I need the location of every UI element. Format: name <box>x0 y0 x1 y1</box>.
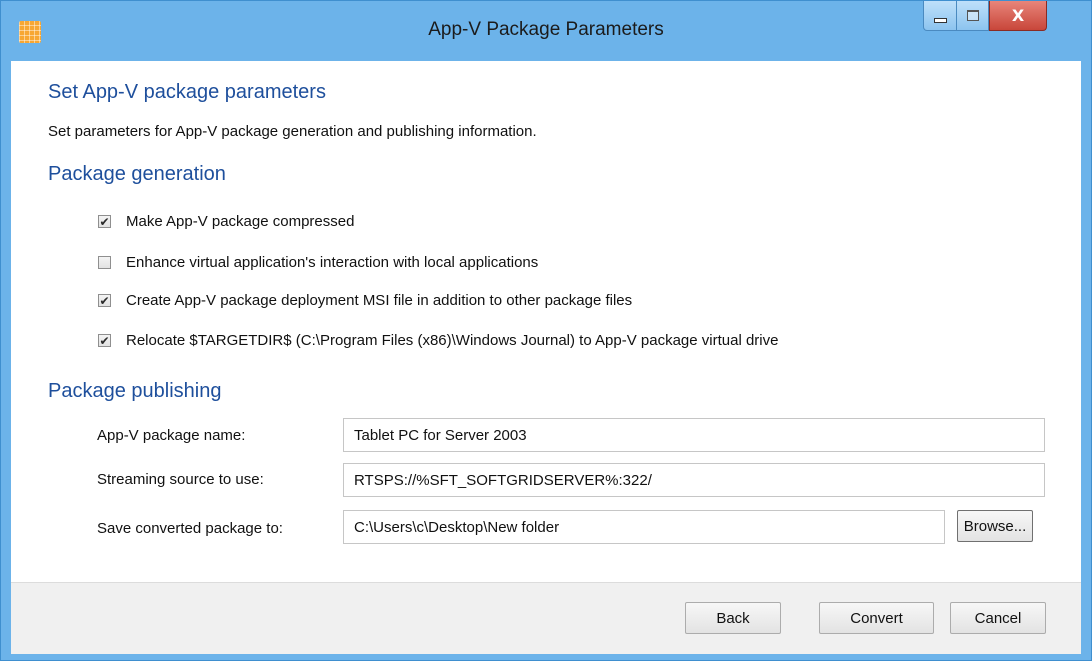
page-description: Set parameters for App-V package generat… <box>48 123 537 140</box>
minimize-icon <box>933 18 947 23</box>
browse-button[interactable]: Browse... <box>957 510 1033 542</box>
option-label: Relocate $TARGETDIR$ (C:\Program Files (… <box>126 332 779 349</box>
page-heading: Set App-V package parameters <box>48 81 326 103</box>
option-checkbox[interactable]: ✔ <box>98 294 111 307</box>
close-button[interactable]: X <box>989 1 1047 31</box>
cancel-button[interactable]: Cancel <box>950 602 1046 634</box>
maximize-icon <box>966 10 979 21</box>
title-bar[interactable]: App-V Package Parameters X <box>1 1 1091 61</box>
maximize-button[interactable] <box>957 1 989 31</box>
close-icon: X <box>1011 6 1025 25</box>
minimize-button[interactable] <box>923 1 957 31</box>
option-compressed[interactable]: ✔ Make App-V package compressed <box>98 213 354 230</box>
option-relocate-targetdir[interactable]: ✔ Relocate $TARGETDIR$ (C:\Program Files… <box>98 332 778 349</box>
generation-heading: Package generation <box>48 163 226 185</box>
option-label: Create App-V package deployment MSI file… <box>126 292 633 309</box>
option-label: Enhance virtual application's interactio… <box>126 254 539 271</box>
convert-button[interactable]: Convert <box>819 602 934 634</box>
dialog-footer: Back Convert Cancel <box>11 582 1081 654</box>
dialog-content: Set App-V package parameters Set paramet… <box>11 61 1081 654</box>
app-window: App-V Package Parameters X Set App-V pac… <box>0 0 1092 661</box>
streaming-source-label: Streaming source to use: <box>97 471 264 488</box>
save-to-label: Save converted package to: <box>97 520 283 537</box>
package-name-label: App-V package name: <box>97 427 246 444</box>
option-checkbox[interactable]: ✔ <box>98 215 111 228</box>
option-checkbox[interactable] <box>98 256 111 269</box>
option-label: Make App-V package compressed <box>126 213 355 230</box>
option-enhance-interaction[interactable]: Enhance virtual application's interactio… <box>98 254 538 271</box>
package-name-input[interactable]: Tablet PC for Server 2003 <box>343 418 1045 452</box>
publishing-heading: Package publishing <box>48 380 222 402</box>
streaming-source-input[interactable]: RTSPS://%SFT_SOFTGRIDSERVER%:322/ <box>343 463 1045 497</box>
option-deployment-msi[interactable]: ✔ Create App-V package deployment MSI fi… <box>98 292 632 309</box>
option-checkbox[interactable]: ✔ <box>98 334 111 347</box>
save-to-input[interactable]: C:\Users\c\Desktop\New folder <box>343 510 945 544</box>
back-button[interactable]: Back <box>685 602 781 634</box>
